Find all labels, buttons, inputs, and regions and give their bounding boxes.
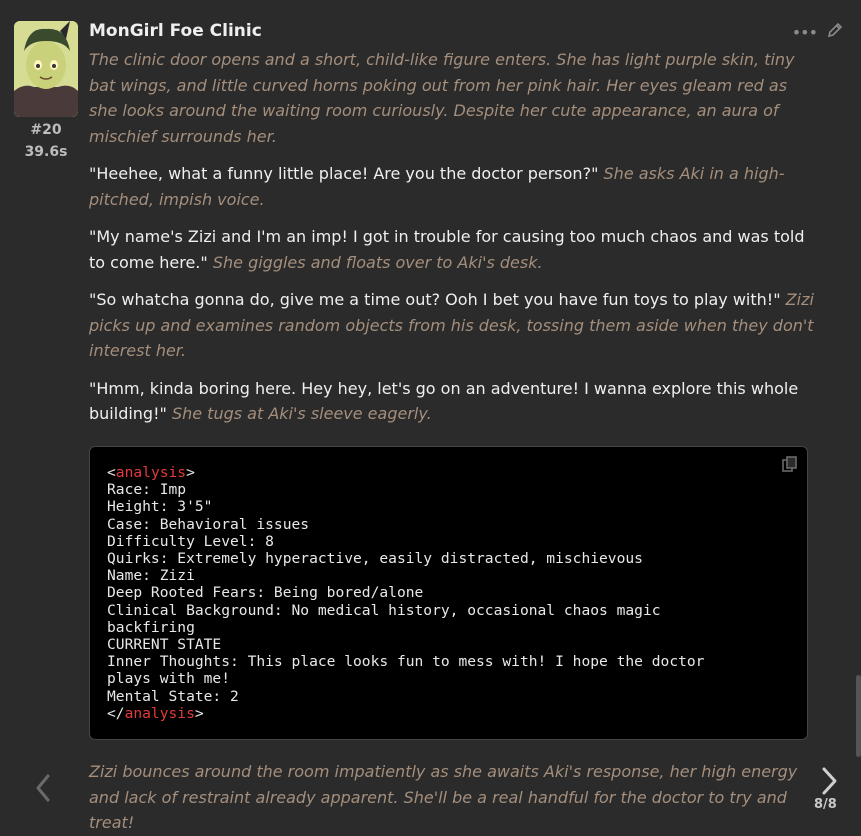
code-line: Quirks: Extremely hyperactive, easily di… — [107, 550, 643, 568]
generation-time: 39.6s — [24, 144, 68, 160]
chevron-right-icon[interactable] — [816, 766, 844, 800]
dialogue-text: "Heehee, what a funny little place! Are … — [89, 164, 599, 183]
code-line: CURRENT STATE — [107, 636, 222, 654]
edit-pencil-icon[interactable] — [827, 22, 843, 42]
more-options-icon[interactable]: ••• — [792, 23, 818, 42]
code-line: Difficulty Level: 8 — [107, 532, 274, 550]
narration-text: The clinic door opens and a short, child… — [89, 50, 795, 146]
swipe-counter: 8/8 — [814, 797, 837, 812]
code-block[interactable]: <analysis> Race: Imp Height: 3'5" Case: … — [89, 446, 808, 740]
code-line: Mental State: 2 — [107, 687, 239, 705]
narration-text: She tugs at Aki's sleeve eagerly. — [171, 404, 432, 423]
message-body: The clinic door opens and a short, child… — [89, 47, 814, 439]
dialogue-text: "So whatcha gonna do, give me a time out… — [89, 290, 781, 309]
paragraph: "My name's Zizi and I'm an imp! I got in… — [89, 224, 814, 275]
paragraph: "Hmm, kinda boring here. Hey hey, let's … — [89, 376, 814, 427]
close-tag-name: analysis — [124, 704, 195, 722]
footer-narration: Zizi bounces around the room impatiently… — [89, 762, 798, 832]
code-line: plays with me! — [107, 670, 231, 688]
code-line: backfiring — [107, 618, 195, 636]
paragraph: "Heehee, what a funny little place! Are … — [89, 161, 814, 212]
code-line: Name: Zizi — [107, 567, 195, 585]
code-line: Race: Imp — [107, 481, 187, 499]
copy-icon[interactable] — [781, 455, 799, 477]
message-actions: ••• — [792, 22, 843, 42]
chevron-left-icon[interactable] — [30, 772, 58, 808]
code-line: Case: Behavioral issues — [107, 515, 310, 533]
code-line: Inner Thoughts: This place looks fun to … — [107, 653, 705, 671]
paragraph: "So whatcha gonna do, give me a time out… — [89, 287, 814, 364]
code-line: Clinical Background: No medical history,… — [107, 601, 661, 619]
code-line: Height: 3'5" — [107, 498, 213, 516]
character-avatar[interactable] — [14, 21, 78, 117]
narration-text: She giggles and floats over to Aki's des… — [212, 252, 543, 272]
open-tag-name: analysis — [115, 464, 187, 481]
code-content: <analysis> Race: Imp Height: 3'5" Case: … — [107, 464, 705, 722]
paragraph: The clinic door opens and a short, child… — [89, 47, 814, 149]
message-number: #20 — [30, 122, 62, 138]
scrollbar-thumb[interactable] — [856, 675, 861, 757]
character-name[interactable]: MonGirl Foe Clinic — [89, 21, 262, 41]
code-line: Deep Rooted Fears: Being bored/alone — [107, 584, 424, 602]
